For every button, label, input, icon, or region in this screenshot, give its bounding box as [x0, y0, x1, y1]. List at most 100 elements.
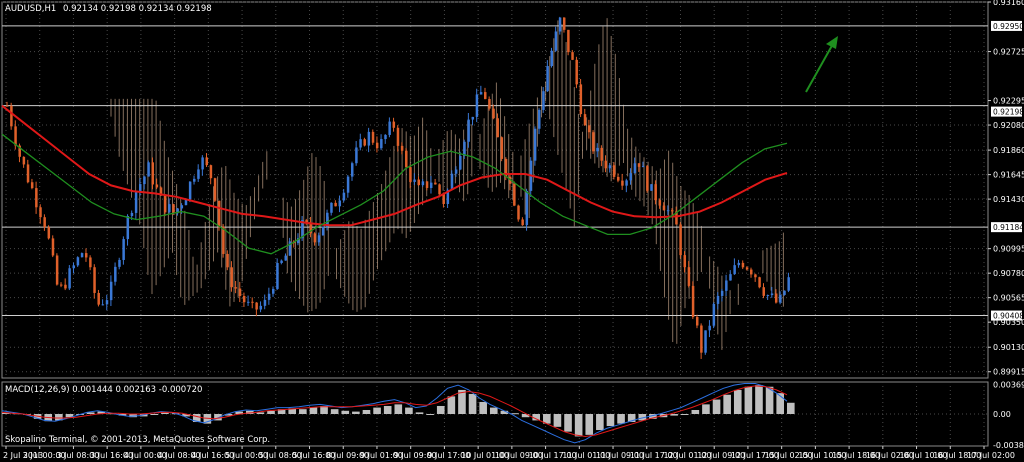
macd-bar: [352, 411, 360, 414]
cloud-strand: [422, 117, 424, 206]
candle-body: [517, 205, 520, 220]
symbol-title: AUDUSD,H1 0.92134 0.92198 0.92134 0.9219…: [5, 4, 212, 14]
candle-body: [193, 178, 196, 182]
cloud-strand: [491, 93, 493, 192]
candle-body: [151, 162, 154, 185]
candle-body: [558, 17, 562, 32]
candle-body: [134, 191, 138, 213]
cloud-strand: [151, 98, 153, 295]
candle-body: [313, 233, 317, 243]
candle-body: [413, 179, 416, 182]
candle-body: [267, 293, 271, 300]
candle-body: [396, 127, 400, 146]
candle-body: [774, 293, 778, 303]
candle-body: [330, 202, 333, 213]
cloud-strand: [204, 221, 206, 280]
cloud-strand: [487, 104, 489, 188]
main-chart-panel[interactable]: AUDUSD,H1 0.92134 0.92198 0.92134 0.9219…: [1, 1, 989, 379]
cloud-strand: [483, 118, 485, 179]
candle-body: [392, 121, 396, 128]
candle-body: [459, 155, 462, 170]
cloud-strand: [606, 18, 608, 177]
cloud-strand: [249, 196, 251, 238]
macd-bar: [373, 407, 381, 414]
candle-body: [608, 165, 612, 169]
candle-body: [334, 202, 337, 207]
candle-body: [641, 166, 645, 168]
cloud-strand: [282, 197, 284, 238]
candle-body: [55, 255, 59, 285]
candle-body: [168, 204, 171, 213]
candle-body: [434, 182, 437, 185]
candle-body: [658, 200, 662, 206]
candle-body: [617, 176, 620, 181]
cloud-strand: [188, 229, 190, 301]
cloud-strand: [356, 226, 358, 312]
cloud-strand: [541, 86, 542, 118]
cloud-strand: [258, 175, 260, 202]
candle-body: [492, 108, 495, 119]
candle-body: [484, 92, 487, 99]
cloud-strand: [471, 124, 473, 177]
candle-body: [317, 235, 321, 243]
candle-body: [22, 156, 26, 165]
y-tick-label: 0.91860: [993, 146, 1024, 155]
y-tick-label: 0.90995: [993, 245, 1024, 254]
candle-body: [500, 137, 504, 159]
cloud-strand: [307, 166, 309, 313]
macd-bar: [712, 399, 721, 414]
candle-body: [255, 302, 258, 310]
cloud-strand: [721, 275, 723, 350]
candle-body: [35, 188, 38, 208]
candle-body: [550, 50, 554, 67]
candle-body: [712, 303, 716, 326]
cloud-strand: [668, 150, 670, 320]
candle-body: [76, 257, 80, 266]
cloud-strand: [553, 38, 555, 138]
cloud-strand: [372, 201, 374, 281]
cloud-strand: [610, 35, 612, 182]
cloud-strand: [651, 166, 653, 225]
cloud-strand: [233, 192, 235, 302]
cloud-strand: [623, 104, 624, 164]
cloud-strand: [221, 167, 223, 268]
macd-bar: [405, 407, 413, 414]
macd-panel[interactable]: MACD(12,26,9) 0.001444 0.002163 -0.00072…: [1, 381, 989, 447]
candle-body: [633, 163, 637, 174]
cloud-strand: [147, 98, 149, 275]
cloud-strand: [549, 56, 551, 120]
candle-body: [716, 295, 720, 304]
candle-body: [612, 165, 616, 177]
macd-bar: [447, 396, 456, 414]
candle-body: [47, 227, 51, 239]
candle-body: [454, 169, 458, 174]
candle-body: [637, 163, 641, 167]
candle-body: [39, 207, 42, 218]
macd-bar: [436, 405, 445, 414]
candle-body: [450, 173, 454, 190]
candle-body: [770, 293, 774, 296]
candle-body: [538, 109, 541, 129]
candle-body: [629, 173, 632, 181]
candle-body: [213, 178, 217, 201]
cloud-strand: [286, 202, 288, 274]
cloud-strand: [700, 225, 702, 273]
candle-body: [754, 274, 757, 278]
macd-bar: [394, 404, 403, 414]
candle-body: [587, 125, 591, 133]
candle-body: [64, 284, 67, 289]
candle-body: [139, 184, 142, 192]
cloud-strand: [114, 98, 116, 137]
macd-bar: [330, 409, 339, 414]
candle-body: [43, 217, 46, 228]
candle-body: [783, 290, 786, 295]
cloud-strand: [336, 248, 337, 280]
cloud-strand: [770, 245, 772, 291]
candle-body: [375, 142, 379, 149]
cloud-strand: [659, 168, 661, 271]
cloud-strand: [561, 24, 563, 173]
time-axis: 2 Jul 20133 Jul 00:003 Jul 08:003 Jul 16…: [3, 446, 1015, 460]
candle-body: [342, 192, 346, 201]
candle-body: [72, 265, 76, 269]
y-tick-label: 0.90130: [993, 343, 1024, 352]
